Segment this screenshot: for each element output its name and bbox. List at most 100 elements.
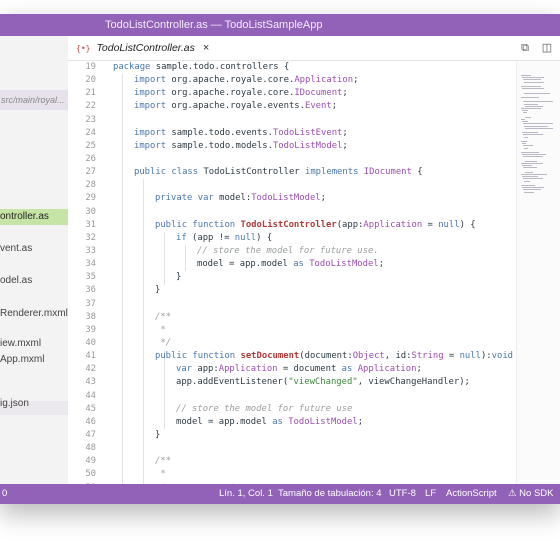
code-line: 47} (68, 429, 160, 442)
minimap-line (524, 136, 528, 138)
code-token: (document: (299, 351, 353, 362)
minimap-line (521, 86, 541, 87)
actionscript-file-icon: {•} (76, 43, 91, 53)
code-editor[interactable]: 19 package sample.todo.controllers {20 imp… (68, 61, 516, 484)
status-line-ending[interactable]: LF (425, 488, 436, 499)
line-number: 47 (85, 429, 96, 440)
code-line: 30 (68, 206, 96, 219)
code-token: ) { (459, 219, 476, 230)
explorer-file-item[interactable]: ig.json (0, 396, 68, 412)
split-editor-icon[interactable]: ⧉ (518, 41, 532, 55)
minimap-line (522, 121, 528, 123)
code-line: 33 // store the model for future use. (68, 245, 378, 258)
explorer-file-item[interactable]: Renderer.mxml (0, 306, 68, 322)
status-cursor-position[interactable]: Lín. 1, Col. 1 (219, 488, 273, 499)
code-token: } (176, 272, 182, 283)
code-line: 20 import org.apache.royale.core.Applicat… (68, 74, 358, 87)
line-number: 27 (85, 167, 96, 178)
line-number: 20 (85, 75, 96, 86)
code-token: TodoListModel (272, 140, 343, 151)
code-token: var (176, 364, 193, 375)
code-token: ; (320, 193, 326, 204)
title-bar: TodoListController.as — TodoListSampleAp… (0, 14, 560, 36)
explorer-file-item[interactable]: iew.mxml (0, 336, 68, 352)
code-text: public class TodoListController implemen… (134, 166, 423, 179)
minimap-line (523, 178, 543, 180)
code-token: ; (342, 127, 348, 138)
code-token: null (234, 232, 257, 243)
code-token: } (155, 285, 161, 296)
code-token: Object (352, 351, 385, 362)
line-number: 19 (85, 62, 96, 72)
window-title: TodoListController.as — TodoListSampleAp… (105, 19, 323, 31)
code-token: (app: (336, 219, 364, 230)
code-token: import (134, 101, 167, 112)
code-token: null (438, 219, 460, 230)
code-text: */ (155, 337, 171, 350)
code-token: * (155, 469, 166, 480)
code-token: Event (305, 101, 332, 112)
code-line: 44 (68, 390, 96, 403)
code-token: as (293, 259, 304, 270)
line-number: 31 (85, 219, 96, 230)
status-language-mode[interactable]: ActionScript (446, 488, 497, 499)
explorer-file-item[interactable]: ontroller.as (0, 209, 68, 225)
minimap-line (523, 112, 527, 114)
minimap-line (521, 97, 539, 98)
explorer-folder-path[interactable]: src/main/royal... (0, 90, 68, 110)
line-number: 26 (85, 153, 96, 164)
code-line: 27 public class TodoListController implem… (68, 166, 422, 179)
code-token: /** (155, 456, 172, 467)
status-encoding[interactable]: UTF-8 (389, 488, 416, 499)
minimap[interactable] (516, 61, 560, 484)
minimap-line (522, 77, 544, 79)
line-number: 50 (85, 469, 96, 480)
code-line: 24 import sample.todo.events.TodoListEven… (68, 127, 347, 140)
code-line: 43 app.addEventListener("viewChanged", vi… (68, 376, 470, 389)
folder-path-label: src/main/royal... (1, 95, 65, 105)
explorer-file-item[interactable]: vent.as (0, 241, 68, 257)
code-token: import (134, 75, 167, 86)
tab-todolistcontroller[interactable]: {•} TodoListController.as × (68, 36, 217, 60)
status-sdk[interactable]: ⚠ No SDK (508, 488, 554, 499)
code-token: org.apache.royale.events. (166, 101, 305, 112)
minimap-line (524, 125, 548, 127)
code-token: , viewChangeHandler); (357, 377, 470, 388)
editor-layout-icon[interactable]: ◫ (540, 41, 554, 55)
code-line: 37 (68, 298, 96, 311)
minimap-line (524, 81, 544, 83)
minimap-line (522, 187, 544, 189)
line-number: 36 (85, 285, 96, 296)
indent-guide (143, 179, 144, 484)
code-line: 49 /** (68, 455, 171, 468)
code-token: ; (342, 140, 348, 151)
code-line: 40 */ (68, 337, 171, 350)
status-problems-count[interactable]: 0 (2, 488, 7, 499)
code-text: public function TodoListController(app:A… (155, 219, 476, 232)
line-number: 41 (85, 351, 96, 362)
code-line: 48 (68, 442, 96, 455)
code-token: model = app.model (176, 416, 273, 427)
line-number: 24 (85, 127, 96, 138)
code-line: 31 public function TodoListController(app… (68, 219, 475, 232)
code-token: ; (378, 259, 385, 270)
code-line: 34 model = app.model as TodoListModel; (68, 258, 384, 271)
code-text: private var model:TodoListModel; (155, 192, 326, 205)
close-icon[interactable]: × (203, 42, 209, 54)
line-number: 43 (85, 377, 96, 388)
explorer-file-item[interactable]: App.mxml (0, 352, 68, 368)
explorer-file-item[interactable]: odel.as (0, 273, 68, 289)
code-token: (app != (186, 232, 235, 243)
code-token: // store the model for future use. (197, 245, 379, 256)
minimap-line (521, 174, 547, 175)
code-line: 23 (68, 114, 96, 127)
status-tab-size[interactable]: Tamaño de tabulación: 4 (278, 488, 382, 499)
code-text: import org.apache.royale.core.IDocument; (134, 87, 348, 100)
line-number: 38 (85, 311, 96, 322)
code-token: sample.todo.events. (166, 127, 273, 138)
code-line: 35} (68, 271, 181, 284)
code-line: 25 import sample.todo.models.TodoListMode… (68, 140, 347, 153)
code-token: app.addEventListener( (176, 377, 289, 388)
code-line: 46 model = app.model as TodoListModel; (68, 416, 363, 429)
code-token: /** (155, 311, 172, 322)
